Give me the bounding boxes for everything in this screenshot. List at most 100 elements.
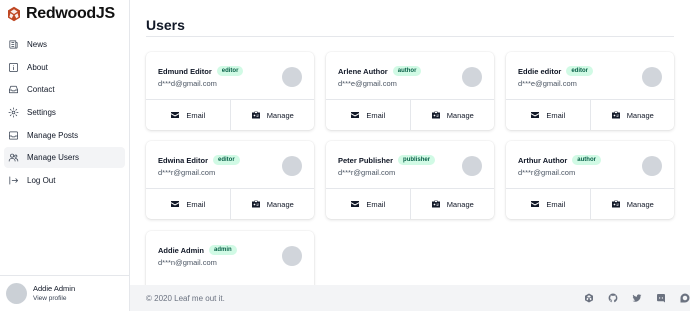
avatar xyxy=(642,67,662,87)
sidebar-item-news[interactable]: News xyxy=(4,34,125,55)
copyright-text: © 2020 Leaf me out it. xyxy=(146,293,225,303)
user-name-row: Peter Publisher publisher xyxy=(338,155,436,165)
profile-info: Addie Admin View profile xyxy=(33,284,75,304)
user-card: Arlene Author author d***e@gmail.com Ema… xyxy=(326,52,494,130)
sidebar-item-manage-users[interactable]: Manage Users xyxy=(4,147,125,169)
user-card: Edmund Editor editor d***d@gmail.com Ema… xyxy=(146,52,314,130)
main-content: Users Edmund Editor editor d***d@gmail.c… xyxy=(130,0,690,311)
sidebar-item-label: Log Out xyxy=(27,176,56,186)
manage-button-label: Manage xyxy=(266,110,294,120)
manage-button-label: Manage xyxy=(446,199,474,209)
avatar xyxy=(462,67,482,87)
user-name: Eddie editor xyxy=(518,66,562,76)
user-email: d***r@gmail.com xyxy=(158,168,216,177)
manage-button-label: Manage xyxy=(446,110,474,120)
user-card-actions: Email Manage xyxy=(326,188,494,219)
users-icon xyxy=(7,152,19,164)
envelope-icon xyxy=(531,201,540,207)
manage-button[interactable]: Manage xyxy=(229,100,315,130)
user-name-row: Eddie editor editor xyxy=(518,66,594,76)
user-card: Eddie editor editor d***e@gmail.com Emai… xyxy=(506,52,674,130)
envelope-icon xyxy=(531,112,540,118)
profile-name: Addie Admin xyxy=(33,283,76,293)
sidebar-item-about[interactable]: About xyxy=(4,57,125,78)
user-name-row: Edmund Editor editor xyxy=(158,66,244,76)
sidebar-item-log-out[interactable]: Log Out xyxy=(4,170,125,191)
user-name: Peter Publisher xyxy=(338,155,394,165)
role-badge: editor xyxy=(216,66,244,76)
sidebar-nav: News About Contact Settings Manage Posts… xyxy=(0,34,129,193)
app-window: RedwoodJS News About Contact Settings Ma… xyxy=(0,0,690,311)
social-links xyxy=(570,293,690,303)
envelope-icon xyxy=(171,112,180,118)
user-card-actions: Email Manage xyxy=(326,99,494,130)
sidebar-item-settings[interactable]: Settings xyxy=(4,102,125,123)
user-card: Edwina Editor editor d***r@gmail.com Ema… xyxy=(146,141,314,219)
brand[interactable]: RedwoodJS xyxy=(6,5,115,23)
user-card-header: Edmund Editor editor d***d@gmail.com xyxy=(146,52,314,99)
envelope-icon xyxy=(351,201,360,207)
user-email: d***e@gmail.com xyxy=(518,79,577,88)
email-button-label: Email xyxy=(186,110,206,120)
user-card: Arthur Author author d***r@gmail.com Ema… xyxy=(506,141,674,219)
sidebar-item-label: About xyxy=(27,62,48,72)
gear-icon xyxy=(7,107,19,119)
envelope-icon xyxy=(171,201,180,207)
archive-icon xyxy=(7,129,19,141)
profile-section[interactable]: Addie Admin View profile xyxy=(0,275,129,311)
redwood-icon[interactable] xyxy=(584,293,594,303)
logout-icon xyxy=(7,175,19,187)
id-card-icon xyxy=(431,111,440,119)
id-card-icon xyxy=(251,200,260,208)
sidebar-item-label: Manage Users xyxy=(27,153,80,163)
email-button-label: Email xyxy=(546,199,566,209)
sidebar-item-manage-posts[interactable]: Manage Posts xyxy=(4,125,125,146)
sidebar-item-contact[interactable]: Contact xyxy=(4,79,125,100)
user-name-row: Addie Admin admin xyxy=(158,245,237,255)
role-badge: editor xyxy=(213,155,240,165)
page-footer: © 2020 Leaf me out it. xyxy=(130,285,690,311)
sidebar-item-label: Manage Posts xyxy=(27,130,79,140)
manage-button[interactable]: Manage xyxy=(409,189,495,219)
manage-button[interactable]: Manage xyxy=(589,189,675,219)
user-name: Arthur Author xyxy=(518,155,568,165)
discourse-icon[interactable] xyxy=(680,293,690,303)
id-card-icon xyxy=(251,111,260,119)
manage-button[interactable]: Manage xyxy=(229,189,315,219)
email-button[interactable]: Email xyxy=(146,100,230,130)
user-card-header: Eddie editor editor d***e@gmail.com xyxy=(506,52,674,99)
discord-icon[interactable] xyxy=(656,293,666,303)
user-card-actions: Email Manage xyxy=(146,99,314,130)
title-divider xyxy=(146,36,674,37)
user-card-actions: Email Manage xyxy=(506,188,674,219)
email-button[interactable]: Email xyxy=(326,189,410,219)
email-button-label: Email xyxy=(546,110,566,120)
email-button[interactable]: Email xyxy=(506,189,590,219)
github-icon[interactable] xyxy=(608,293,618,303)
manage-button[interactable]: Manage xyxy=(409,100,495,130)
user-email: d***r@gmail.com xyxy=(518,168,576,177)
id-card-icon xyxy=(611,111,620,119)
email-button[interactable]: Email xyxy=(326,100,410,130)
manage-button[interactable]: Manage xyxy=(589,100,675,130)
inbox-icon xyxy=(7,84,19,96)
envelope-icon xyxy=(351,112,360,118)
email-button[interactable]: Email xyxy=(506,100,590,130)
email-button[interactable]: Email xyxy=(146,189,230,219)
avatar xyxy=(282,67,302,87)
info-icon xyxy=(7,61,19,73)
sidebar-item-label: Contact xyxy=(27,85,55,95)
avatar xyxy=(6,283,27,304)
avatar xyxy=(462,156,482,176)
id-card-icon xyxy=(611,200,620,208)
user-email: d***n@gmail.com xyxy=(158,258,217,267)
view-profile-link[interactable]: View profile xyxy=(33,294,75,304)
newspaper-icon xyxy=(7,39,19,51)
user-name: Edmund Editor xyxy=(158,66,212,76)
user-name: Addie Admin xyxy=(158,245,204,255)
sidebar-item-label: Settings xyxy=(27,108,56,118)
user-card-actions: Email Manage xyxy=(506,99,674,130)
id-card-icon xyxy=(431,200,440,208)
user-name-row: Edwina Editor editor xyxy=(158,155,240,165)
twitter-icon[interactable] xyxy=(632,293,642,303)
